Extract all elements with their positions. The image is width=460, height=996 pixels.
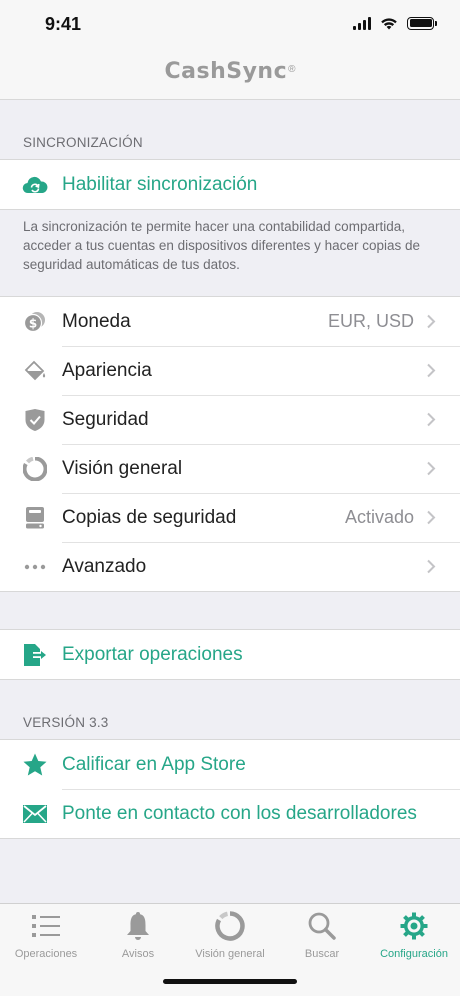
shield-icon [22, 407, 48, 433]
chevron-right-icon [427, 510, 436, 525]
contact-developers-row[interactable]: Ponte en contacto con los desarrolladore… [0, 789, 460, 838]
settings-row-moneda[interactable]: $ Moneda EUR, USD [0, 297, 460, 346]
tab-label: Operaciones [14, 948, 78, 960]
sync-description: La sincronización te permite hacer una c… [23, 219, 420, 272]
tab-label: Avisos [121, 948, 155, 960]
settings-item-label: Moneda [62, 310, 131, 332]
envelope-icon [22, 801, 48, 827]
version-section-header: VERSIÓN 3.3 [23, 715, 109, 730]
paint-bucket-icon [22, 358, 48, 384]
sync-section-header: SINCRONIZACIÓN [23, 135, 143, 150]
bell-icon [92, 910, 184, 942]
sync-group: Habilitar sincronización [0, 159, 460, 210]
tab-operaciones[interactable]: Operaciones [0, 910, 92, 960]
settings-row-copias-de-seguridad[interactable]: Copias de seguridad Activado [0, 493, 460, 542]
currency-value: EUR, USD [327, 311, 414, 331]
settings-item-label: Avanzado [62, 555, 147, 577]
rate-app-store-row[interactable]: Calificar en App Store [0, 740, 460, 789]
gear-icon [368, 910, 460, 942]
more-dots-icon [22, 554, 48, 580]
tab-vision-general[interactable]: Visión general [184, 910, 276, 960]
export-group: Exportar operaciones [0, 629, 460, 680]
settings-row-avanzado[interactable]: Avanzado [0, 542, 460, 591]
export-operations-label: Exportar operaciones [62, 643, 243, 665]
settings-row-vision-general[interactable]: Visión general [0, 444, 460, 493]
status-icons [353, 16, 437, 30]
cloud-sync-icon [22, 172, 48, 198]
svg-text:$: $ [29, 317, 37, 331]
status-time: 9:41 [45, 14, 82, 34]
search-icon [276, 910, 368, 942]
chevron-right-icon [427, 559, 436, 574]
export-operations-row[interactable]: Exportar operaciones [0, 630, 460, 679]
list-icon [0, 910, 92, 942]
settings-row-apariencia[interactable]: Apariencia [0, 346, 460, 395]
battery-icon [407, 16, 437, 30]
chevron-right-icon [427, 412, 436, 427]
settings-item-label: Apariencia [62, 359, 152, 381]
home-indicator [163, 979, 297, 984]
export-icon [22, 642, 48, 668]
navigation-bar: CashSync® [0, 50, 460, 100]
enable-sync-label: Habilitar sincronización [62, 173, 258, 195]
chevron-right-icon [427, 314, 436, 329]
registered-mark: ® [288, 63, 296, 75]
rate-app-store-label: Calificar en App Store [62, 753, 246, 775]
version-group: Calificar en App Store Ponte en contacto… [0, 739, 460, 839]
chevron-right-icon [427, 461, 436, 476]
overview-ring-icon [184, 910, 276, 942]
cellular-signal-icon [353, 16, 371, 30]
contact-developers-label: Ponte en contacto con los desarrolladore… [62, 802, 417, 824]
settings-group: $ Moneda EUR, USD Apariencia Seguridad V… [0, 296, 460, 592]
tab-configuracion[interactable]: Configuración [368, 910, 460, 960]
settings-item-label: Visión general [62, 457, 183, 479]
settings-item-label: Copias de seguridad [62, 506, 237, 528]
tab-label: Visión general [195, 948, 265, 960]
currency-icon: $ [22, 309, 48, 335]
chevron-right-icon [427, 363, 436, 378]
star-icon [22, 752, 48, 778]
tab-buscar[interactable]: Buscar [276, 910, 368, 960]
enable-sync-row[interactable]: Habilitar sincronización [0, 160, 460, 209]
backup-drive-icon [22, 505, 48, 531]
settings-row-seguridad[interactable]: Seguridad [0, 395, 460, 444]
status-bar: 9:41 [0, 0, 460, 50]
settings-item-label: Seguridad [62, 408, 149, 430]
tab-avisos[interactable]: Avisos [92, 910, 184, 960]
app-title: CashSync [164, 59, 288, 84]
tab-label: Buscar [304, 948, 340, 960]
tab-label: Configuración [380, 948, 448, 960]
wifi-icon [381, 17, 397, 29]
backup-status-value: Activado [344, 507, 414, 527]
overview-ring-icon [22, 456, 48, 482]
